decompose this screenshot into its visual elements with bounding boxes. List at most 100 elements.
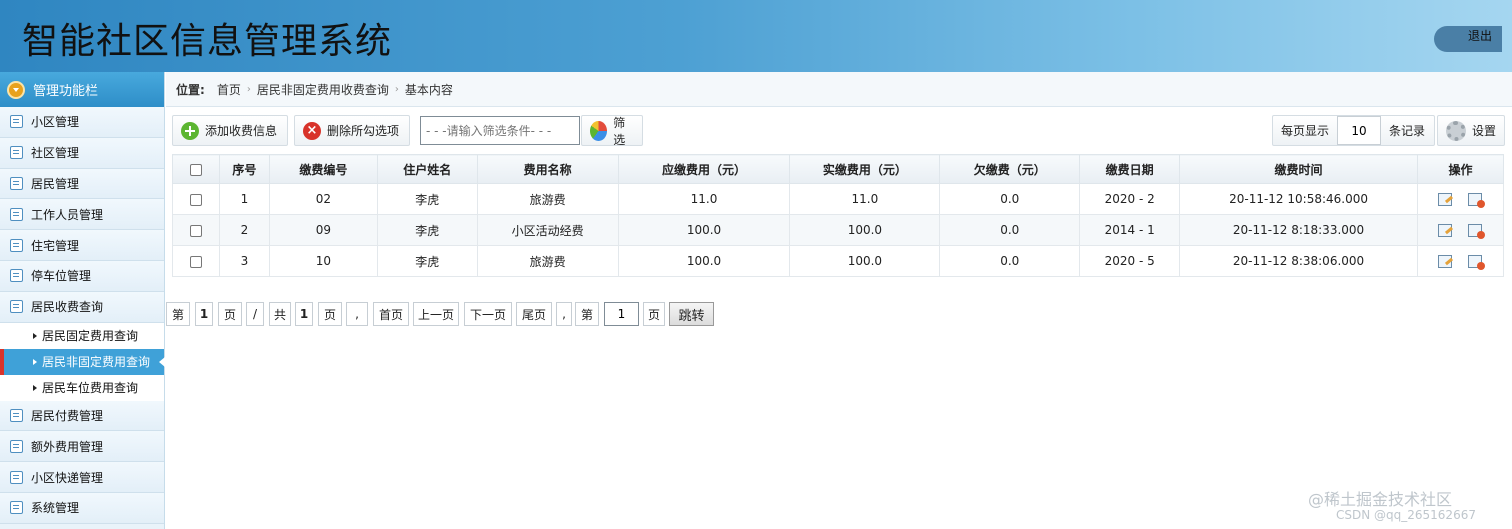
sidebar-subitem-parking-fee[interactable]: 居民车位费用查询	[0, 374, 164, 401]
calendar-icon	[10, 300, 23, 314]
select-all-checkbox[interactable]	[189, 163, 202, 176]
calendar-icon	[10, 501, 23, 515]
column-header[interactable]: 应缴费用（元）	[617, 154, 791, 184]
filter-input[interactable]	[420, 116, 580, 145]
cell: 李虎	[376, 245, 478, 277]
sidebar-item-extra-fee[interactable]: 额外费用管理	[0, 431, 164, 463]
page-size-input[interactable]	[1337, 116, 1382, 145]
message-icon	[10, 146, 23, 160]
delete-selected-label: 删除所勾选项	[327, 124, 400, 138]
column-header[interactable]: 欠缴费（元）	[939, 154, 1081, 184]
breadcrumb-current: 基本内容	[404, 82, 453, 97]
cell: 旅游费	[476, 183, 619, 215]
sidebar-subitem-fixed-fee[interactable]: 居民固定费用查询	[0, 322, 164, 349]
column-header[interactable]: 住户姓名	[376, 154, 478, 184]
cell: 0.0	[939, 214, 1081, 246]
next-page-button[interactable]: 下一页	[464, 302, 512, 326]
pie-chart-icon	[590, 120, 608, 141]
filter-button[interactable]: 筛选	[581, 115, 643, 147]
breadcrumb-label: 位置:	[176, 82, 205, 97]
pager-text: ,	[346, 302, 368, 326]
sidebar-item-parking[interactable]: 停车位管理	[0, 260, 164, 292]
sidebar-header[interactable]: 管理功能栏	[0, 72, 164, 107]
pager-text: 第	[166, 302, 190, 326]
add-fee-label: 添加收费信息	[205, 124, 278, 138]
main-content: 位置: 首页 › 居民非固定费用收费查询 › 基本内容 添加收费信息 × 删除所…	[166, 72, 1512, 529]
first-page-button[interactable]: 首页	[373, 302, 409, 326]
add-fee-button[interactable]: 添加收费信息	[172, 115, 288, 146]
cell: 20-11-12 10:58:46.000	[1179, 183, 1418, 215]
caret-right-icon	[33, 358, 37, 365]
sidebar-item-housing[interactable]: 住宅管理	[0, 230, 164, 261]
edit-icon	[10, 176, 23, 190]
jump-button[interactable]: 跳转	[669, 302, 714, 326]
calendar-icon	[10, 269, 23, 283]
prev-page-button[interactable]: 上一页	[413, 302, 459, 326]
delete-row-icon[interactable]	[1468, 224, 1486, 239]
sidebar-item-society[interactable]: 社区管理	[0, 137, 164, 169]
row-checkbox[interactable]	[189, 193, 202, 206]
watermark-csdn: CSDN @qq_265162667	[1336, 508, 1476, 522]
breadcrumb-section[interactable]: 居民非固定费用收费查询	[257, 81, 389, 98]
jump-page-input[interactable]	[604, 302, 639, 326]
sidebar-item-payment[interactable]: 居民付费管理	[0, 400, 164, 432]
per-page-label: 每页显示	[1281, 124, 1330, 138]
delete-row-icon[interactable]	[1468, 193, 1486, 208]
settings-button[interactable]: 设置	[1437, 115, 1505, 146]
pager-text: 第	[575, 302, 599, 326]
sidebar-item-express[interactable]: 小区快递管理	[0, 462, 164, 493]
cell: 0.0	[939, 183, 1081, 215]
actions-cell	[1416, 245, 1505, 277]
delete-row-icon[interactable]	[1468, 255, 1486, 270]
table-row: 2 09 李虎 小区活动经费 100.0 100.0 0.0 2014 - 1 …	[172, 214, 1505, 246]
edit-icon[interactable]	[1438, 255, 1453, 268]
pager-text: /	[246, 302, 264, 326]
edit-icon[interactable]	[1438, 193, 1453, 206]
sidebar-item-label: 居民管理	[31, 176, 80, 191]
delete-selected-button[interactable]: × 删除所勾选项	[294, 115, 410, 146]
filter-label: 筛选	[613, 115, 626, 147]
sidebar-item-label: 居民收费查询	[31, 300, 104, 315]
edit-icon[interactable]	[1438, 224, 1453, 237]
logout-button[interactable]: 退出	[1434, 26, 1502, 52]
column-header[interactable]: 缴费日期	[1079, 154, 1181, 184]
calendar-icon	[10, 470, 23, 484]
settings-label: 设置	[1472, 124, 1497, 138]
row-checkbox[interactable]	[189, 224, 202, 237]
breadcrumb-home[interactable]: 首页	[217, 81, 241, 98]
row-checkbox[interactable]	[189, 255, 202, 268]
calendar-icon	[10, 408, 23, 422]
column-header[interactable]: 缴费编号	[268, 154, 378, 184]
column-header[interactable]: 费用名称	[476, 154, 619, 184]
cell: 02	[268, 183, 378, 215]
sidebar-item-system[interactable]: 系统管理	[0, 492, 164, 524]
last-page-button[interactable]: 尾页	[516, 302, 552, 326]
pager-text: 页	[318, 302, 342, 326]
gear-icon	[1446, 120, 1466, 141]
sidebar-item-staff[interactable]: 工作人员管理	[0, 199, 164, 231]
cell: 2020 - 5	[1079, 245, 1181, 277]
sidebar-item-fee-query[interactable]: 居民收费查询	[0, 291, 164, 323]
sidebar-item-residents[interactable]: 居民管理	[0, 168, 164, 200]
sidebar-subitem-nonfixed-fee[interactable]: 居民非固定费用查询	[0, 348, 165, 375]
cell: 100.0	[789, 214, 941, 246]
chevron-right-icon: ›	[394, 83, 399, 95]
column-header[interactable]: 缴费时间	[1179, 154, 1418, 184]
cell: 李虎	[376, 214, 478, 246]
breadcrumb: 位置: 首页 › 居民非固定费用收费查询 › 基本内容	[166, 72, 1512, 107]
calendar-icon	[10, 238, 23, 252]
cell: 李虎	[376, 183, 478, 215]
sidebar-subitem-label: 居民车位费用查询	[42, 381, 139, 396]
cell: 2020 - 2	[1079, 183, 1181, 215]
cell: 20-11-12 8:38:06.000	[1179, 245, 1418, 277]
column-header[interactable]: 实缴费用（元）	[789, 154, 941, 184]
column-header[interactable]: 序号	[218, 154, 270, 184]
page-size-control: 每页显示 条记录	[1272, 115, 1435, 146]
logout-label: 退出	[1467, 29, 1492, 43]
sidebar-item-community[interactable]: 小区管理	[0, 107, 164, 138]
cell: 1	[218, 183, 270, 215]
select-all-cell	[172, 154, 220, 184]
cell: 旅游费	[476, 245, 619, 277]
cell: 小区活动经费	[476, 214, 619, 246]
cell: 100.0	[789, 245, 941, 277]
